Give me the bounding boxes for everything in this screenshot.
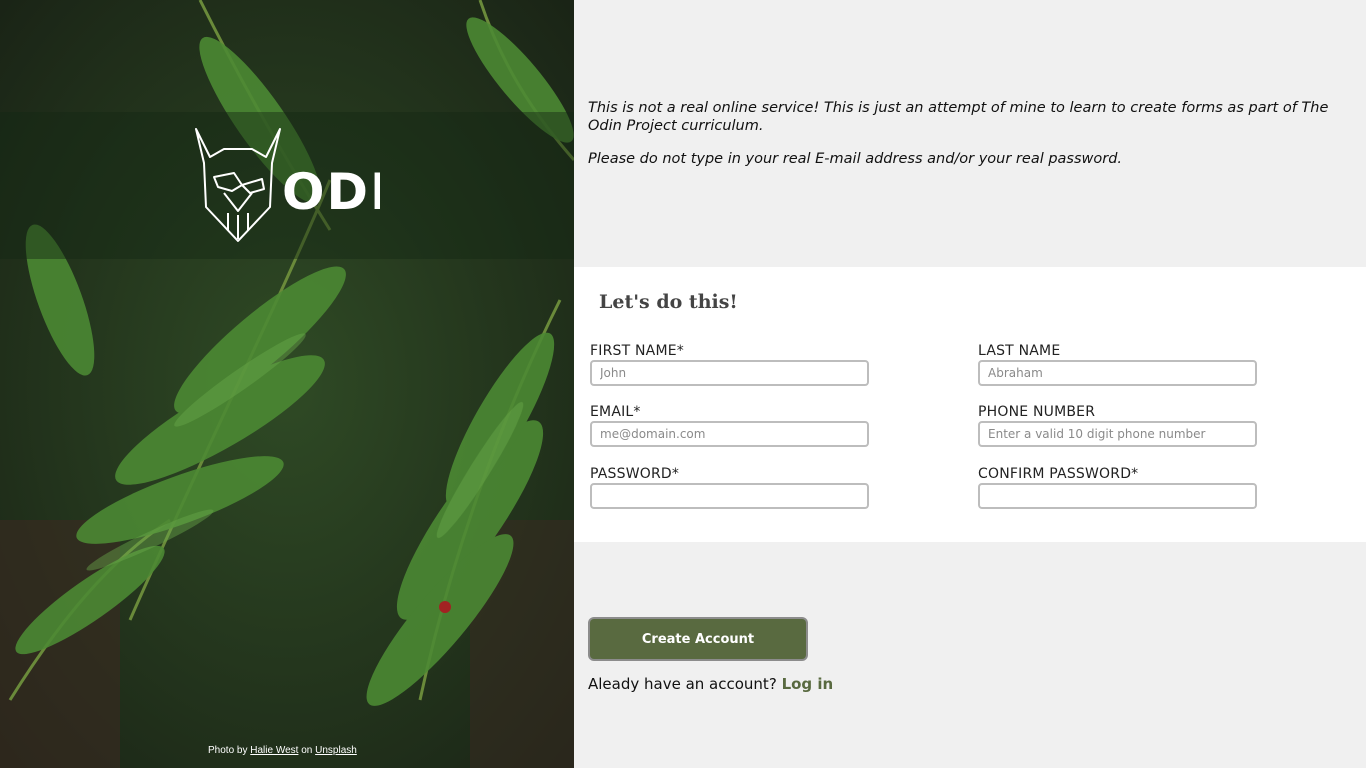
confirm-password-field: CONFIRM PASSWORD* [978,466,1258,509]
email-field: EMAIL* [590,404,870,447]
odin-logo: ODIN [195,128,380,242]
first-name-label: FIRST NAME* [590,343,684,359]
last-name-input[interactable] [978,360,1257,386]
logo-wordmark: ODIN [282,163,380,221]
phone-input[interactable] [978,421,1257,447]
email-label: EMAIL* [590,404,641,420]
confirm-password-label: CONFIRM PASSWORD* [978,466,1139,482]
last-name-field: LAST NAME [978,343,1258,386]
disclaimer-line-1: This is not a real online service! This … [588,100,1329,134]
password-label: PASSWORD* [590,466,680,482]
login-link[interactable]: Log in [782,675,834,693]
unsplash-link[interactable]: Unsplash [315,745,357,756]
photo-credit: Photo by Halie West on Unsplash [208,745,357,756]
content-panel: This is not a real online service! This … [574,0,1366,768]
confirm-password-input[interactable] [978,483,1257,509]
login-prompt: Aleady have an account? Log in [588,675,833,693]
phone-field: PHONE NUMBER [978,404,1258,447]
login-prompt-text: Aleady have an account? [588,675,777,693]
password-input[interactable] [590,483,869,509]
first-name-field: FIRST NAME* [590,343,870,386]
create-account-button[interactable]: Create Account [590,619,806,659]
last-name-label: LAST NAME [978,343,1061,359]
first-name-input[interactable] [590,360,869,386]
phone-label: PHONE NUMBER [978,404,1096,420]
disclaimer-line-2: Please do not type in your real E-mail a… [588,151,1123,167]
disclaimer: This is not a real online service! This … [588,99,1338,183]
photo-author-link[interactable]: Halie West [250,745,298,756]
form-title: Let's do this! [599,291,738,313]
password-field: PASSWORD* [590,466,870,509]
email-input[interactable] [590,421,869,447]
hero-panel: ODIN Photo by Halie West on Unsplash [0,0,574,768]
signup-form: Let's do this! FIRST NAME* LAST NAME EMA… [574,267,1366,542]
